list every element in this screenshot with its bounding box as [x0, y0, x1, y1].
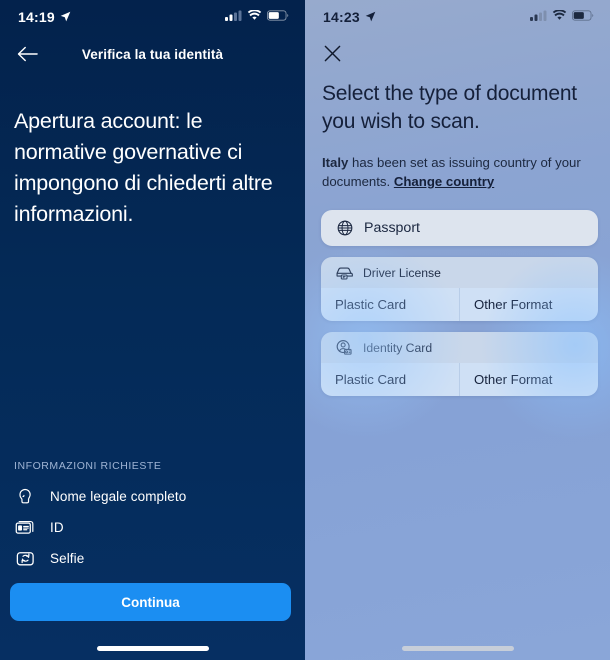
passport-option[interactable]: Passport: [321, 210, 598, 246]
back-arrow-icon[interactable]: [12, 41, 42, 67]
continue-button[interactable]: Continua: [10, 583, 291, 621]
list-item: Selfie: [14, 545, 291, 572]
wifi-icon: [552, 8, 567, 26]
status-indicators-right: [530, 8, 594, 26]
status-time: 14:23: [323, 9, 360, 25]
battery-icon: [572, 8, 594, 26]
home-indicator: [96, 646, 209, 651]
status-time-group: 14:23: [323, 9, 376, 25]
left-phone-screen: 14:19 Verifica la tua identità Apertura …: [0, 0, 305, 660]
change-country-link[interactable]: Change country: [394, 174, 494, 189]
document-type-list: Passport Driver License Plastic Card Oth…: [321, 210, 598, 396]
wifi-icon: [247, 8, 262, 26]
id-card-icon: [14, 517, 36, 539]
list-item: Nome legale completo: [14, 483, 291, 510]
option-plastic-card[interactable]: Plastic Card: [321, 288, 459, 321]
identity-card-options: Plastic Card Other Format: [321, 363, 598, 396]
required-info-label: INFORMAZIONI RICHIESTE: [14, 460, 162, 472]
status-indicators-left: [225, 8, 289, 26]
document-label: Passport: [364, 220, 420, 236]
driver-license-header: Driver License: [321, 257, 598, 288]
nav-bar-left: Verifica la tua identità: [0, 34, 305, 74]
home-indicator: [401, 646, 514, 651]
list-item: ID: [14, 514, 291, 541]
option-other-format[interactable]: Other Format: [459, 288, 598, 321]
driver-license-options: Plastic Card Other Format: [321, 288, 598, 321]
option-plastic-card[interactable]: Plastic Card: [321, 363, 459, 396]
document-label: Driver License: [363, 265, 441, 280]
document-card-identity-card: Identity Card Plastic Card Other Format: [321, 332, 598, 396]
location-arrow-icon: [365, 9, 376, 25]
car-icon: [335, 263, 354, 282]
list-item-label: Nome legale completo: [50, 489, 187, 504]
page-title: Verifica la tua identità: [81, 46, 224, 62]
nav-bar-right: [305, 34, 610, 72]
dual-phone-screenshot: 14:19 Verifica la tua identità Apertura …: [0, 0, 610, 660]
status-time-group: 14:19: [18, 9, 71, 25]
right-phone-screen: 14:23 Select the type of document you wi…: [305, 0, 610, 660]
cellular-signal-icon: [225, 8, 242, 26]
document-card-passport: Passport: [321, 210, 598, 246]
status-time: 14:19: [18, 9, 55, 25]
status-bar-left: 14:19: [0, 0, 305, 34]
page-title: Select the type of document you wish to …: [322, 82, 577, 133]
globe-icon: [335, 219, 354, 238]
head-profile-icon: [14, 486, 36, 508]
battery-icon: [267, 8, 289, 26]
list-item-label: ID: [50, 520, 64, 535]
status-bar-right: 14:23: [305, 0, 610, 34]
identity-card-header: Identity Card: [321, 332, 598, 363]
close-icon[interactable]: [320, 41, 344, 65]
issuing-country-note: Italy has been set as issuing country of…: [322, 153, 596, 191]
selfie-camera-icon: [14, 548, 36, 570]
person-badge-icon: [335, 338, 354, 357]
location-arrow-icon: [60, 9, 71, 25]
list-item-label: Selfie: [50, 551, 85, 566]
document-card-driver-license: Driver License Plastic Card Other Format: [321, 257, 598, 321]
option-other-format[interactable]: Other Format: [459, 363, 598, 396]
document-label: Identity Card: [363, 340, 433, 355]
issuing-country-name: Italy: [322, 155, 349, 170]
required-info-section: INFORMAZIONI RICHIESTE Nome legale compl…: [0, 460, 305, 576]
headline-text: Apertura account: le normative governati…: [14, 109, 273, 226]
cellular-signal-icon: [530, 8, 547, 26]
